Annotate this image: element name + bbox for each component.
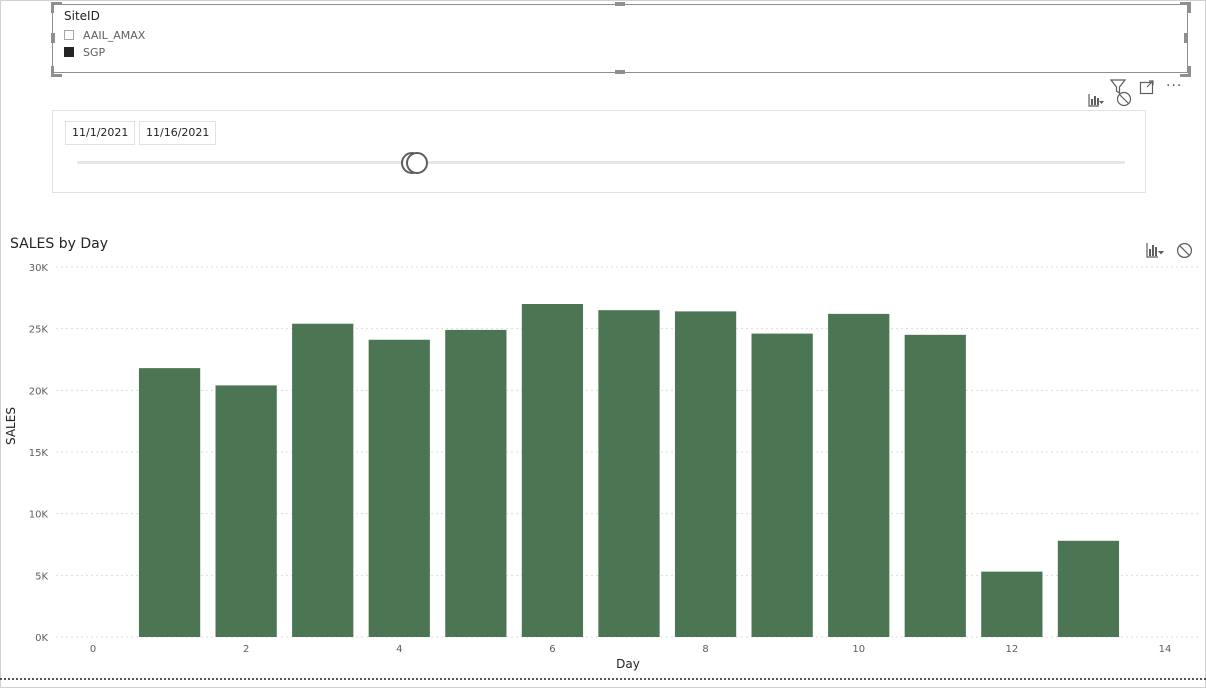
x-tick-label: 4	[396, 644, 402, 655]
bar-day-8[interactable]	[674, 311, 737, 637]
x-tick-label: 8	[702, 644, 708, 655]
y-tick-label: 25K	[29, 325, 49, 336]
no-filter-icon[interactable]	[1116, 91, 1132, 111]
slicer-item-aail-amax[interactable]: AAIL_AMAX	[64, 28, 145, 42]
resize-handle-bottom-right[interactable]	[1180, 66, 1191, 77]
more-options-icon[interactable]: ···	[1166, 78, 1182, 94]
date-slider-track[interactable]	[77, 161, 1125, 164]
x-axis-label: Day	[616, 657, 640, 671]
bar-day-2[interactable]	[215, 385, 277, 637]
y-tick-label: 5K	[35, 571, 48, 582]
date-slider-end-thumb[interactable]	[406, 152, 429, 174]
end-date-input[interactable]: 11/16/2021	[139, 121, 217, 145]
resize-handle-top[interactable]	[615, 2, 625, 6]
bar-day-10[interactable]	[828, 313, 890, 637]
slicer-title: SiteID	[64, 9, 100, 23]
bar-day-4[interactable]	[368, 339, 430, 637]
resize-handle-right[interactable]	[1184, 33, 1188, 43]
slicer-item-label: AAIL_AMAX	[83, 28, 146, 42]
y-tick-label: 0K	[35, 633, 48, 644]
bar-day-12[interactable]	[981, 571, 1043, 637]
bar-day-6[interactable]	[521, 304, 584, 637]
date-range-slicer: 11/1/2021 11/16/2021	[52, 110, 1146, 193]
x-tick-label: 10	[852, 644, 865, 655]
y-axis-label: SALES	[4, 407, 18, 445]
resize-handle-left[interactable]	[51, 33, 55, 43]
x-tick-label: 14	[1159, 644, 1172, 655]
slicer-item-label: SGP	[83, 45, 106, 59]
resize-handle-bottom-left[interactable]	[51, 66, 62, 77]
bar-day-13[interactable]	[1057, 540, 1120, 637]
y-tick-label: 30K	[29, 263, 49, 274]
resize-handle-bottom[interactable]	[615, 70, 625, 74]
checkbox[interactable]	[64, 47, 74, 57]
bar-day-11[interactable]	[904, 334, 966, 637]
x-tick-label: 12	[1005, 644, 1018, 655]
sales-bar-chart: 0K 5K 10K 15K 20K 25K 30K 0 2 4 6 8 10 12 14	[29, 263, 1198, 655]
bar-day-3[interactable]	[292, 323, 354, 637]
y-tick-label: 10K	[29, 510, 49, 521]
bar-day-1[interactable]	[138, 368, 201, 637]
x-tick-label: 2	[243, 644, 249, 655]
focus-mode-icon[interactable]	[1139, 79, 1155, 99]
y-tick-label: 15K	[29, 448, 49, 459]
slicer-item-sgp[interactable]: SGP	[64, 45, 105, 59]
checkbox[interactable]	[64, 30, 74, 40]
bar-chart-filter-icon[interactable]	[1088, 92, 1104, 111]
bar-day-5[interactable]	[445, 329, 507, 637]
start-date-input[interactable]: 11/1/2021	[65, 121, 136, 145]
x-tick-label: 6	[549, 644, 555, 655]
bar-day-9[interactable]	[751, 333, 813, 637]
chart-title: SALES by Day	[10, 236, 108, 252]
resize-handle-top-right[interactable]	[1180, 2, 1191, 13]
page-divider	[0, 678, 1206, 680]
y-tick-label: 20K	[29, 386, 49, 397]
x-tick-label: 0	[90, 644, 96, 655]
siteid-slicer[interactable]: SiteID AAIL_AMAX SGP	[52, 4, 1188, 73]
bar-day-7[interactable]	[598, 310, 660, 637]
resize-handle-top-left[interactable]	[51, 2, 62, 13]
